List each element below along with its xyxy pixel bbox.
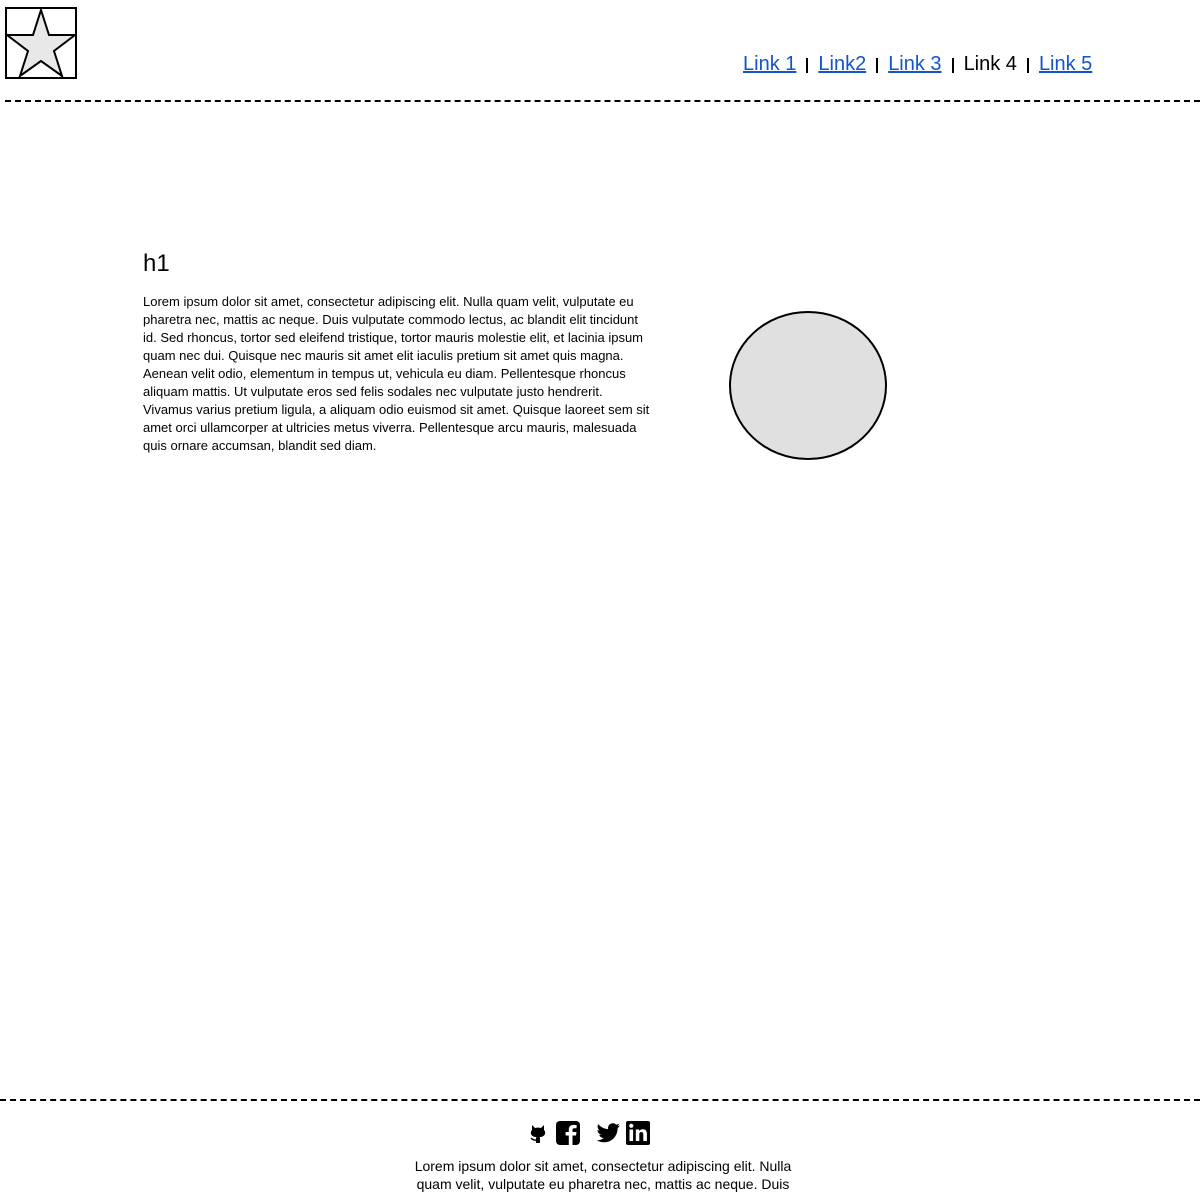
header-divider [5, 100, 1200, 102]
linkedin-icon[interactable] [625, 1120, 651, 1146]
github-icon[interactable] [527, 1122, 549, 1144]
main-nav: Link 1 Link2 Link 3 Link 4 Link 5 [743, 52, 1092, 76]
page-title: h1 [143, 250, 170, 277]
nav-link-1[interactable]: Link 1 [743, 53, 796, 76]
nav-separator [876, 57, 879, 73]
nav-separator [806, 57, 809, 73]
nav-item-current: Link 4 [963, 52, 1017, 75]
page: Link 1 Link2 Link 3 Link 4 Link 5 h1 Lor… [0, 0, 1200, 1200]
footer-text: Lorem ipsum dolor sit amet, consectetur … [414, 1158, 792, 1192]
nav-link-2[interactable]: Link2 [818, 53, 866, 76]
nav-link-3[interactable]: Link 3 [888, 53, 941, 76]
facebook-icon[interactable] [555, 1120, 581, 1146]
nav-link-5[interactable]: Link 5 [1039, 53, 1092, 76]
nav-separator [951, 57, 954, 73]
star-icon [7, 9, 75, 77]
logo[interactable] [5, 7, 77, 79]
circle-image-placeholder [729, 311, 887, 460]
nav-separator [1026, 57, 1029, 73]
twitter-icon[interactable] [595, 1122, 621, 1144]
body-text: Lorem ipsum dolor sit amet, consectetur … [143, 294, 650, 453]
footer-divider [0, 1099, 1200, 1101]
